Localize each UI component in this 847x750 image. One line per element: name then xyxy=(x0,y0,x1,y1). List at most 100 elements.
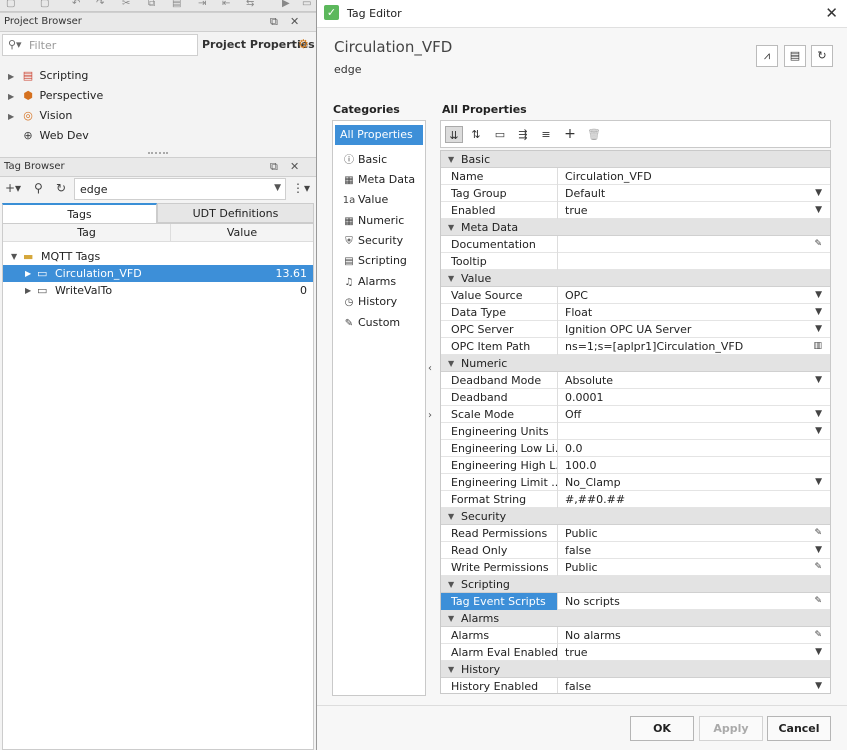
property-group-header[interactable]: ▼ Alarms xyxy=(441,610,830,627)
float-panel-icon[interactable]: ⧉ xyxy=(270,15,278,29)
property-row[interactable]: Engineering High L... 100.0 xyxy=(441,457,830,474)
category-history[interactable]: ◷ History xyxy=(333,292,425,312)
property-value[interactable]: #,##0.## xyxy=(565,491,805,508)
property-row[interactable]: Value Source OPC ▼ xyxy=(441,287,830,304)
property-value[interactable]: 100.0 xyxy=(565,457,805,474)
property-value[interactable]: No scripts xyxy=(565,593,805,610)
category-all-properties[interactable]: All Properties xyxy=(335,125,423,145)
table-view-icon[interactable]: ▭ xyxy=(491,126,509,143)
property-row[interactable]: Format String #,##0.## xyxy=(441,491,830,508)
add-icon[interactable]: + xyxy=(561,126,579,143)
category-custom[interactable]: ✎ Custom xyxy=(333,313,425,333)
project-properties-icon[interactable]: ⚙ xyxy=(298,37,309,51)
property-group-header[interactable]: ▼ History xyxy=(441,661,830,678)
property-row[interactable]: Documentation ✎ xyxy=(441,236,830,253)
property-value[interactable]: Absolute xyxy=(565,372,805,389)
category-meta-data[interactable]: ▦ Meta Data xyxy=(333,170,425,190)
category-scripting[interactable]: ▤ Scripting xyxy=(333,251,425,271)
property-value[interactable]: true xyxy=(565,202,805,219)
expand-all-icon[interactable]: ⇶ xyxy=(514,126,532,143)
property-value[interactable]: Ignition OPC UA Server xyxy=(565,321,805,338)
tool-icon[interactable]: ⇥ xyxy=(198,0,206,9)
chevron-down-icon[interactable]: ▼ xyxy=(815,372,822,389)
property-row[interactable]: Alarms No alarms ✎ xyxy=(441,627,830,644)
expand-arrow-icon[interactable]: ▶ xyxy=(25,265,31,282)
diagnostics-button[interactable]: ⩘ xyxy=(756,45,778,67)
redo-icon[interactable]: ↷ xyxy=(96,0,104,9)
undo-icon[interactable]: ↶ xyxy=(72,0,80,9)
property-value[interactable]: No_Clamp xyxy=(565,474,805,491)
expand-arrow-icon[interactable]: ▶ xyxy=(25,282,31,299)
collapse-all-icon[interactable]: ≡ xyxy=(537,126,555,143)
property-group-header[interactable]: ▼ Basic xyxy=(441,151,830,168)
property-value[interactable]: No alarms xyxy=(565,627,805,644)
chevron-down-icon[interactable]: ▼ xyxy=(815,304,822,321)
collapse-arrow-icon[interactable]: ▼ xyxy=(448,270,454,287)
property-value[interactable]: ns=1;s=[aplpr1]Circulation_VFD xyxy=(565,338,805,355)
apply-button[interactable]: Apply xyxy=(699,716,763,741)
search-icon[interactable]: ⚲ xyxy=(34,181,43,195)
tab-tags[interactable]: Tags xyxy=(2,203,157,223)
property-value[interactable]: Float xyxy=(565,304,805,321)
project-item-perspective[interactable]: ▶ ⬢ Perspective xyxy=(8,86,103,106)
collapse-arrow-icon[interactable]: ▼ xyxy=(11,248,17,265)
sort-alpha-icon[interactable]: ⇅ xyxy=(467,126,485,143)
chevron-down-icon[interactable]: ▼ xyxy=(815,321,822,338)
chevron-down-icon[interactable]: ▼ xyxy=(815,202,822,219)
pencil-icon[interactable]: ✎ xyxy=(814,627,822,644)
paste-icon[interactable]: ▤ xyxy=(172,0,181,9)
property-row[interactable]: Read Permissions Public ✎ xyxy=(441,525,830,542)
property-value[interactable]: 0.0 xyxy=(565,440,805,457)
close-icon[interactable]: ✕ xyxy=(825,4,838,22)
trash-icon[interactable]: 🗑 xyxy=(585,126,603,143)
project-item-vision[interactable]: ▶ ◎ Vision xyxy=(8,106,72,126)
collapse-arrow-icon[interactable]: ▼ xyxy=(448,610,454,627)
pencil-icon[interactable]: ✎ xyxy=(814,525,822,542)
property-value[interactable]: Public xyxy=(565,559,805,576)
property-row[interactable]: OPC Item Path ns=1;s=[aplpr1]Circulation_… xyxy=(441,338,830,355)
table-row[interactable]: ▶ ▭ WriteValTo 0 xyxy=(3,282,313,299)
collapse-arrow-icon[interactable]: ▼ xyxy=(448,508,454,525)
chevron-down-icon[interactable]: ▼ xyxy=(815,423,822,440)
chevron-down-icon[interactable]: ▼ xyxy=(815,185,822,202)
property-row[interactable]: Enabled true ▼ xyxy=(441,202,830,219)
property-row[interactable]: Name Circulation_VFD xyxy=(441,168,830,185)
property-row[interactable]: Engineering Low Li... 0.0 xyxy=(441,440,830,457)
project-item-web-dev[interactable]: ⊕ Web Dev xyxy=(8,126,88,146)
copy-icon[interactable]: ⧉ xyxy=(148,0,155,9)
expand-arrow-icon[interactable]: ▶ xyxy=(8,107,20,127)
column-header-value[interactable]: Value xyxy=(171,224,313,242)
column-header-tag[interactable]: Tag xyxy=(3,224,171,242)
property-row[interactable]: Deadband Mode Absolute ▼ xyxy=(441,372,830,389)
refresh-icon[interactable]: ↻ xyxy=(56,181,66,195)
expand-arrow-icon[interactable]: ▶ xyxy=(8,67,20,87)
category-numeric[interactable]: ▦ Numeric xyxy=(333,211,425,231)
property-value[interactable]: true xyxy=(565,644,805,661)
tag-folder-row[interactable]: ▼ ▬ MQTT Tags xyxy=(3,248,313,265)
chevron-down-icon[interactable]: ▼ xyxy=(815,678,822,693)
property-row[interactable]: Alarm Eval Enabled true ▼ xyxy=(441,644,830,661)
json-button[interactable]: ▤ xyxy=(784,45,806,67)
browse-icon[interactable]: ▥ xyxy=(813,338,822,355)
chevron-down-icon[interactable]: ▼ xyxy=(815,542,822,559)
close-icon[interactable]: ✕ xyxy=(290,160,299,173)
property-value[interactable]: Circulation_VFD xyxy=(565,168,805,185)
collapse-arrow-icon[interactable]: ▼ xyxy=(448,355,454,372)
pencil-icon[interactable]: ✎ xyxy=(814,559,822,576)
category-alarms[interactable]: ♫ Alarms xyxy=(333,272,425,292)
toolbar-icon[interactable]: ▢ xyxy=(6,0,15,9)
property-value[interactable]: Default xyxy=(565,185,805,202)
play-icon[interactable]: ▶ xyxy=(282,0,290,9)
property-value[interactable]: 0.0001 xyxy=(565,389,805,406)
property-row[interactable]: Read Only false ▼ xyxy=(441,542,830,559)
property-row[interactable]: Data Type Float ▼ xyxy=(441,304,830,321)
collapse-arrow-icon[interactable]: ▼ xyxy=(448,219,454,236)
tool-icon[interactable]: ▭ xyxy=(302,0,311,9)
property-row[interactable]: Tag Group Default ▼ xyxy=(441,185,830,202)
property-row[interactable]: Deadband 0.0001 xyxy=(441,389,830,406)
cancel-button[interactable]: Cancel xyxy=(767,716,831,741)
collapse-arrow-icon[interactable]: ▼ xyxy=(448,576,454,593)
ok-button[interactable]: OK xyxy=(630,716,694,741)
close-icon[interactable]: ✕ xyxy=(290,15,299,28)
property-row[interactable]: Tag Event Scripts No scripts ✎ xyxy=(441,593,830,610)
